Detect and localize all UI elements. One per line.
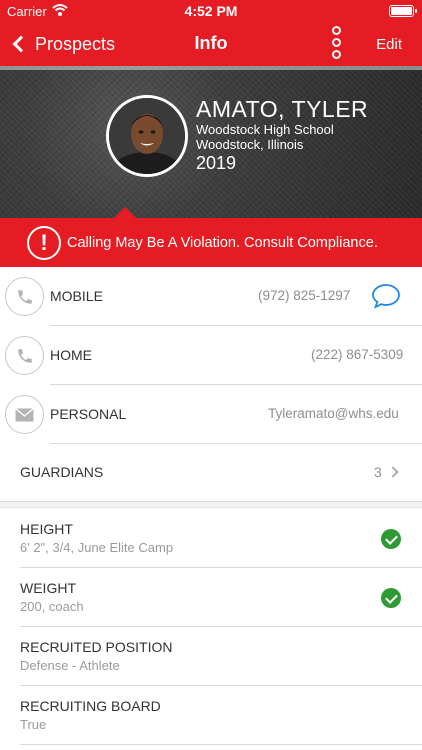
message-bubble-icon[interactable]	[371, 283, 401, 309]
contact-value[interactable]: (222) 867-5309	[311, 347, 403, 362]
detail-title: RECRUITING BOARD	[20, 698, 161, 714]
status-bar: Carrier 4:52 PM	[0, 0, 422, 22]
edit-button[interactable]: Edit	[376, 36, 402, 53]
nav-title: Info	[194, 33, 228, 53]
warning-text: Calling May Be A Violation. Consult Comp…	[67, 234, 378, 251]
chevron-right-icon	[387, 466, 399, 478]
status-time: 4:52 PM	[184, 3, 238, 19]
mail-icon	[15, 407, 34, 421]
detail-subtitle: Defense - Athlete	[20, 658, 120, 673]
detail-title: WEIGHT	[20, 580, 76, 596]
phone-icon	[17, 348, 32, 363]
guardians-count: 3	[374, 464, 382, 480]
prospect-year: 2019	[196, 153, 237, 173]
detail-row-height[interactable]: HEIGHT 6' 2", 3/4, June Elite Camp	[0, 509, 422, 568]
dot-icon	[331, 50, 341, 59]
verified-check-icon	[381, 529, 401, 549]
detail-row-weight[interactable]: WEIGHT 200, coach	[0, 568, 422, 627]
header-stripe	[0, 66, 422, 70]
contact-label: PERSONAL	[50, 406, 127, 422]
guardians-row[interactable]: GUARDIANS 3	[0, 443, 422, 502]
contact-value[interactable]: Tyleramato@whs.edu	[268, 406, 399, 421]
avatar[interactable]	[106, 95, 188, 177]
exclamation-icon: !	[27, 225, 61, 260]
contact-row-home[interactable]: HOME (222) 867-5309	[0, 326, 422, 385]
more-options-button[interactable]	[330, 24, 342, 64]
section-gap	[0, 502, 422, 508]
detail-row-recruiting-board[interactable]: RECRUITING BOARD True	[0, 686, 422, 745]
prospect-location: Woodstock, Illinois	[196, 137, 304, 152]
detail-subtitle: True	[20, 717, 47, 732]
profile-header: AMATO, TYLER Woodstock High School Woods…	[0, 66, 422, 218]
dot-icon	[331, 26, 341, 35]
detail-title: HEIGHT	[20, 521, 73, 537]
prospect-school: Woodstock High School	[196, 122, 334, 137]
contact-label: HOME	[50, 347, 92, 363]
compliance-warning: ! Calling May Be A Violation. Consult Co…	[0, 218, 422, 267]
contact-row-personal[interactable]: PERSONAL Tyleramato@whs.edu	[0, 385, 422, 444]
detail-subtitle: 6' 2", 3/4, June Elite Camp	[20, 540, 174, 555]
guardians-label: GUARDIANS	[20, 464, 104, 480]
verified-check-icon	[381, 588, 401, 608]
top-bar: Carrier 4:52 PM Prospects Info Edit	[0, 0, 422, 66]
avatar-photo	[109, 98, 185, 174]
detail-subtitle: 200, coach	[20, 599, 84, 614]
phone-icon	[17, 289, 32, 304]
detail-row-recruited-position[interactable]: RECRUITED POSITION Defense - Athlete	[0, 627, 422, 686]
navigation-bar: Prospects Info Edit	[0, 22, 422, 66]
call-button[interactable]	[5, 336, 44, 375]
dot-icon	[331, 38, 341, 47]
contact-value[interactable]: (972) 825-1297	[258, 288, 350, 303]
header-pointer	[114, 207, 136, 218]
contact-label: MOBILE	[50, 288, 103, 304]
row-divider	[20, 744, 422, 745]
call-button[interactable]	[5, 277, 44, 316]
battery-icon	[389, 5, 417, 17]
email-button[interactable]	[5, 395, 44, 434]
contact-row-mobile[interactable]: MOBILE (972) 825-1297	[0, 267, 422, 326]
detail-title: RECRUITED POSITION	[20, 639, 173, 655]
prospect-name: AMATO, TYLER	[196, 96, 369, 122]
